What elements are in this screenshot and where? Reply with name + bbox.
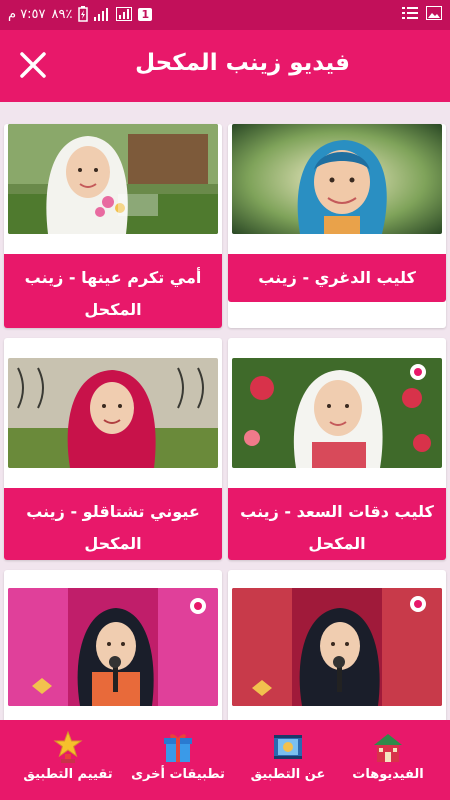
video-thumbnail[interactable] <box>232 588 442 706</box>
video-thumbnail-image <box>232 588 442 706</box>
image-notification-icon <box>426 6 442 20</box>
battery-charging-icon <box>78 6 89 22</box>
video-grid[interactable]: كليب الدغري - زينب المكحل أمي تكرم عينها… <box>0 102 450 720</box>
nav-videos[interactable]: الفيديوهات <box>338 730 438 800</box>
list-notification-icon <box>402 7 418 19</box>
video-title[interactable]: كليب دقات السعد - زينب المكحل <box>228 488 446 560</box>
sim-badge: 1 <box>138 7 153 21</box>
signal-icon <box>94 8 109 21</box>
video-card[interactable]: عيوني تشتاقلو - زينب المكحل <box>4 338 222 560</box>
video-thumbnail[interactable] <box>232 124 442 234</box>
video-card[interactable] <box>228 570 446 720</box>
video-title[interactable]: أمي تكرم عينها - زينب المكحل <box>4 254 222 328</box>
video-thumbnail[interactable] <box>8 358 218 468</box>
video-card[interactable]: أمي تكرم عينها - زينب المكحل <box>4 124 222 328</box>
video-thumbnail[interactable] <box>8 588 218 706</box>
bottom-navigation: الفيديوهات عن التطبيق تطبيقات أخرى تقييم… <box>0 720 450 800</box>
nav-other-apps-label: تطبيقات أخرى <box>131 767 225 782</box>
status-right <box>402 6 442 20</box>
video-title[interactable]: عيوني تشتاقلو - زينب المكحل <box>4 488 222 560</box>
video-card[interactable]: كليب دقات السعد - زينب المكحل <box>228 338 446 560</box>
app-bar: فيديو زينب المكحل <box>0 30 450 102</box>
video-card[interactable] <box>4 570 222 720</box>
nav-other-apps[interactable]: تطبيقات أخرى <box>128 730 228 800</box>
status-time: ٧:٥٧ م <box>8 6 46 22</box>
nav-rate-app-label: تقييم التطبيق <box>23 767 113 782</box>
nav-videos-label: الفيديوهات <box>352 767 424 782</box>
video-thumbnail-image <box>8 588 218 706</box>
video-thumbnail-image <box>232 124 442 234</box>
nav-rate-app[interactable]: تقييم التطبيق <box>18 730 118 800</box>
nav-about[interactable]: عن التطبيق <box>238 730 338 800</box>
video-thumbnail[interactable] <box>8 124 218 234</box>
gift-icon <box>164 734 192 762</box>
battery-percent: ٨٩٪ <box>51 6 73 22</box>
video-thumbnail-image <box>232 358 442 468</box>
video-thumbnail-image <box>8 124 218 234</box>
video-title[interactable]: كليب الدغري - زينب المكحل <box>228 254 446 319</box>
close-icon[interactable] <box>18 50 48 80</box>
status-left: ٧:٥٧ م ٨٩٪ 1 <box>8 6 153 22</box>
film-icon <box>274 735 302 759</box>
status-bar: ٧:٥٧ م ٨٩٪ 1 <box>0 0 450 30</box>
page-title: فيديو زينب المكحل <box>135 50 350 76</box>
video-thumbnail-image <box>8 358 218 468</box>
video-thumbnail[interactable] <box>232 358 442 468</box>
signal-box-icon <box>116 7 133 21</box>
nav-about-label: عن التطبيق <box>250 767 326 782</box>
video-card[interactable]: كليب الدغري - زينب المكحل <box>228 124 446 328</box>
house-icon <box>374 734 402 762</box>
star-trophy-icon <box>53 730 83 763</box>
